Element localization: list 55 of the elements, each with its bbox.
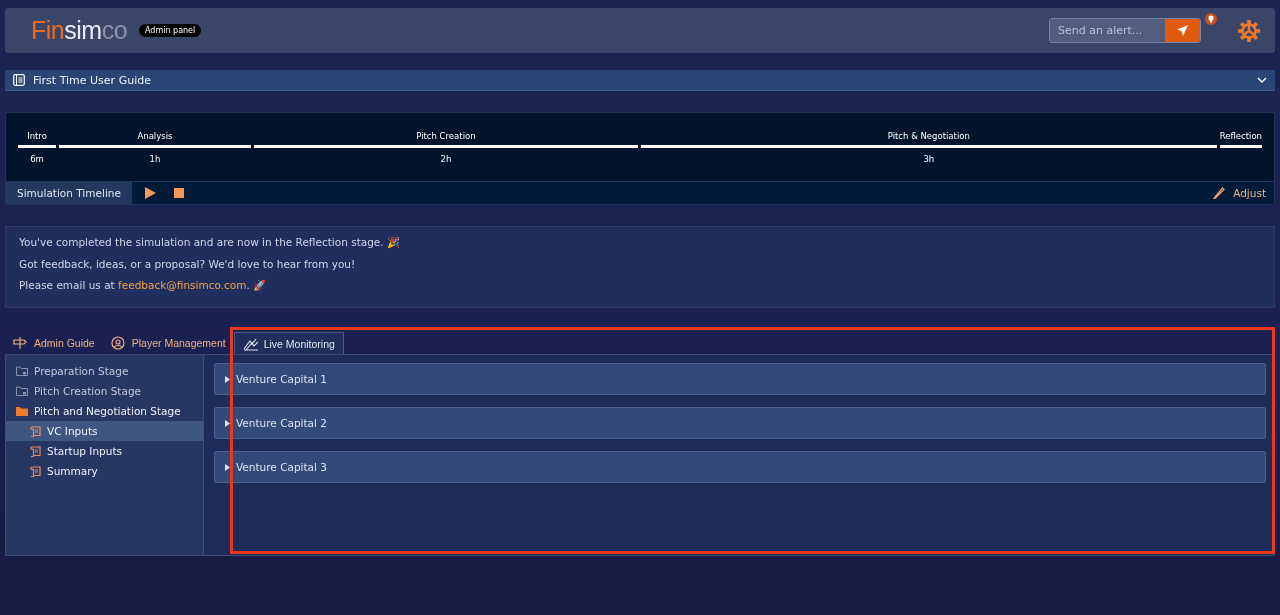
stage-duration: 2h [440, 154, 452, 164]
caret-right-icon [225, 419, 230, 427]
play-icon [143, 187, 156, 199]
stage-duration: 6m [30, 154, 44, 164]
tree-item[interactable]: Pitch Creation Stage [6, 381, 203, 401]
stage-bar [18, 145, 56, 148]
caret-right-icon [225, 375, 230, 383]
timeline-title: Simulation Timeline [6, 182, 132, 204]
adjust-button[interactable]: Adjust [1213, 187, 1274, 199]
stage-bar [1219, 145, 1262, 148]
document-icon [13, 74, 25, 86]
stage-duration: 3h [923, 154, 935, 164]
message-text: Please email us at [19, 279, 116, 291]
message-text: . 🚀 [246, 279, 267, 291]
tree-item[interactable]: Summary [6, 461, 203, 481]
admin-badge: Admin panel [139, 24, 202, 37]
stage-label: Reflection [1219, 131, 1262, 141]
pencil-icon [1213, 187, 1226, 199]
tab[interactable]: Live Monitoring [233, 332, 344, 354]
tree-item[interactable]: Preparation Stage [6, 361, 203, 381]
tab[interactable]: Player Management [102, 332, 234, 354]
accordion-panel[interactable]: Venture Capital 1 [214, 363, 1266, 395]
guide-bar[interactable]: First Time User Guide [5, 70, 1275, 91]
folder-icon [16, 406, 28, 416]
caret-right-icon [225, 463, 230, 471]
scroll-icon [30, 425, 41, 437]
tree-item[interactable]: Pitch and Negotiation Stage [6, 401, 203, 421]
tab[interactable]: Admin Guide [5, 332, 103, 354]
stop-button[interactable] [173, 188, 184, 198]
stage-label: Analysis [137, 131, 173, 141]
signpost-icon [13, 336, 28, 350]
stop-icon [173, 188, 184, 198]
scroll-icon [30, 445, 41, 457]
folder-icon [16, 366, 28, 376]
tree-item[interactable]: Startup Inputs [6, 441, 203, 461]
stage-label: Pitch Creation [416, 131, 476, 141]
accordion-panel[interactable]: Venture Capital 2 [214, 407, 1266, 439]
play-button[interactable] [143, 187, 156, 199]
stage-label: Pitch & Negotiation [887, 131, 970, 141]
scroll-icon [30, 465, 41, 477]
logo: Finsimco [31, 16, 128, 45]
settings-icon[interactable] [1237, 18, 1261, 43]
stage-duration: 1h [149, 154, 161, 164]
message-text: You've completed the simulation and are now in the Reflection stage. 🎉 [19, 236, 401, 249]
send-icon [1176, 24, 1189, 37]
folder-icon [16, 386, 28, 396]
accordion-panel[interactable]: Venture Capital 3 [214, 451, 1266, 483]
guide-title: First Time User Guide [33, 73, 152, 87]
user-icon [110, 336, 126, 350]
stage-label: Intro [27, 131, 47, 141]
send-button[interactable] [1165, 19, 1200, 42]
tree-item[interactable]: VC Inputs [6, 421, 203, 441]
message-text: Got feedback, ideas, or a proposal? We'd love to hear from you! [19, 258, 357, 270]
chart-icon [242, 336, 258, 351]
alert-field[interactable]: Send an alert... [1049, 18, 1201, 43]
